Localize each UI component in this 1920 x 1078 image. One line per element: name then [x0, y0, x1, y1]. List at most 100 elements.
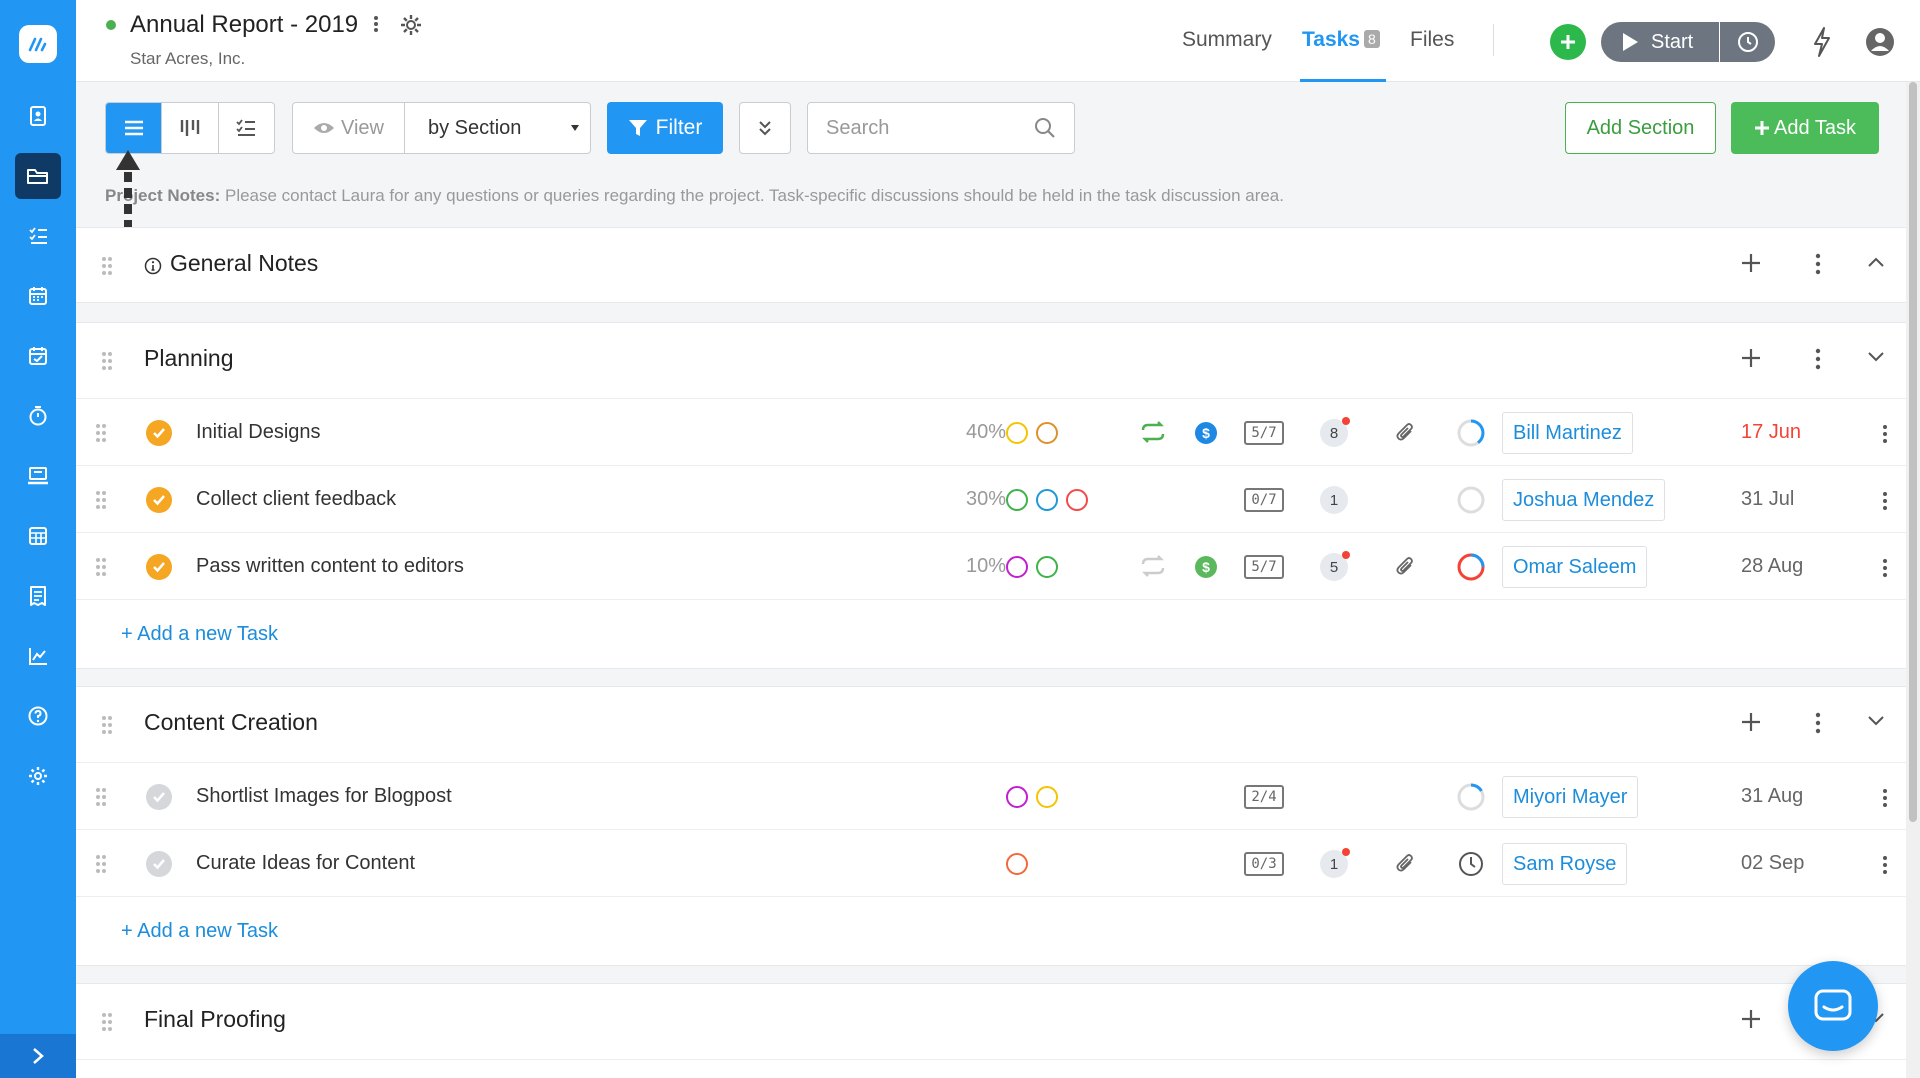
view-button[interactable]: View	[293, 103, 405, 153]
comments-count[interactable]: 1	[1320, 486, 1348, 514]
task-name[interactable]: Curate Ideas for Content	[196, 852, 415, 875]
assignee-tag[interactable]: Bill Martinez	[1502, 412, 1633, 454]
filter-button[interactable]: Filter	[607, 102, 723, 154]
recurring-icon[interactable]	[1139, 421, 1167, 443]
task-menu-icon[interactable]	[1881, 423, 1889, 445]
drag-handle-icon[interactable]	[95, 557, 107, 577]
user-avatar-icon[interactable]	[1864, 26, 1896, 63]
task-row[interactable]: Collect client feedback 30% 0/7 1 Joshua…	[76, 465, 1906, 532]
billable-dollar-icon[interactable]: $	[1194, 555, 1218, 579]
schedule-icon[interactable]	[15, 333, 61, 379]
expand-chevron-icon[interactable]	[1867, 351, 1885, 363]
app-logo[interactable]	[19, 25, 57, 63]
add-new-task-link[interactable]: + Add a new Task	[121, 623, 278, 646]
task-complete-checkbox[interactable]	[146, 420, 172, 446]
drag-handle-icon[interactable]	[95, 423, 107, 443]
task-complete-checkbox[interactable]	[146, 851, 172, 877]
assignee-tag[interactable]: Omar Saleem	[1502, 546, 1648, 588]
spreadsheet-icon[interactable]	[15, 513, 61, 559]
task-tags[interactable]	[1006, 489, 1088, 511]
task-name[interactable]: Collect client feedback	[196, 488, 396, 511]
settings-icon[interactable]	[15, 753, 61, 799]
help-icon[interactable]	[15, 693, 61, 739]
subtask-count[interactable]: 5/7	[1244, 421, 1284, 445]
project-settings-icon[interactable]	[398, 12, 424, 43]
assignee-tag[interactable]: Joshua Mendez	[1502, 479, 1666, 521]
workload-icon[interactable]	[15, 453, 61, 499]
calendar-icon[interactable]	[15, 273, 61, 319]
drag-handle-icon[interactable]	[95, 490, 107, 510]
task-complete-checkbox[interactable]	[146, 554, 172, 580]
task-name[interactable]: Shortlist Images for Blogpost	[196, 785, 452, 808]
attachment-icon[interactable]	[1394, 555, 1418, 579]
add-task-to-section-icon[interactable]	[1740, 1008, 1762, 1030]
task-tags[interactable]	[1006, 853, 1028, 875]
task-menu-icon[interactable]	[1881, 854, 1889, 876]
add-task-to-section-icon[interactable]	[1740, 347, 1762, 369]
subtask-count[interactable]: 5/7	[1244, 555, 1284, 579]
comments-count[interactable]: 5	[1320, 551, 1350, 581]
expand-all-button[interactable]	[739, 102, 791, 154]
drag-handle-icon[interactable]	[101, 715, 113, 735]
reports-icon[interactable]	[15, 633, 61, 679]
drag-handle-icon[interactable]	[95, 787, 107, 807]
assignee-tag[interactable]: Sam Royse	[1502, 843, 1628, 885]
tab-tasks[interactable]: Tasks 8	[1302, 28, 1380, 52]
due-date[interactable]: 28 Aug	[1741, 555, 1803, 578]
due-date[interactable]: 31 Aug	[1741, 785, 1803, 808]
task-complete-checkbox[interactable]	[146, 784, 172, 810]
tab-files[interactable]: Files	[1410, 28, 1454, 52]
due-date[interactable]: 02 Sep	[1741, 852, 1804, 875]
task-name[interactable]: Pass written content to editors	[196, 555, 464, 578]
expand-chevron-icon[interactable]	[1867, 715, 1885, 727]
task-tags[interactable]	[1006, 786, 1058, 808]
start-timer-button[interactable]: Start	[1601, 22, 1719, 62]
chat-support-button[interactable]	[1788, 961, 1878, 1051]
task-menu-icon[interactable]	[1881, 490, 1889, 512]
dashboard-icon[interactable]	[15, 93, 61, 139]
timer-icon[interactable]	[15, 393, 61, 439]
add-task-to-section-icon[interactable]	[1740, 252, 1762, 274]
add-task-to-section-icon[interactable]	[1740, 711, 1762, 733]
checklist-view-button[interactable]	[219, 103, 274, 153]
due-date[interactable]: 17 Jun	[1741, 421, 1801, 444]
list-view-button[interactable]	[106, 103, 163, 153]
attachment-icon[interactable]	[1394, 852, 1418, 876]
task-row[interactable]: Curate Ideas for Content 0/3 1 Sam Royse…	[76, 829, 1906, 896]
search-icon[interactable]	[1034, 117, 1056, 139]
subtask-count[interactable]: 0/3	[1244, 852, 1284, 876]
subtask-count[interactable]: 2/4	[1244, 785, 1284, 809]
tab-summary[interactable]: Summary	[1182, 28, 1272, 52]
task-row[interactable]: Initial Designs 40% $ 5/7 8 Bill Martine…	[76, 398, 1906, 465]
task-menu-icon[interactable]	[1881, 557, 1889, 579]
automation-bolt-icon[interactable]	[1811, 26, 1833, 63]
task-tags[interactable]	[1006, 556, 1058, 578]
group-by-select[interactable]: by Section	[405, 103, 590, 153]
search-input[interactable]	[826, 116, 1034, 140]
drag-handle-icon[interactable]	[101, 256, 113, 276]
task-row[interactable]: Pass written content to editors 10% $ 5/…	[76, 532, 1906, 599]
task-complete-checkbox[interactable]	[146, 487, 172, 513]
comments-count[interactable]: 1	[1320, 848, 1350, 878]
scrollbar-thumb[interactable]	[1909, 82, 1917, 822]
invoice-icon[interactable]	[15, 573, 61, 619]
quick-add-button[interactable]	[1550, 24, 1586, 60]
drag-handle-icon[interactable]	[101, 1012, 113, 1032]
drag-handle-icon[interactable]	[101, 351, 113, 371]
section-menu-icon[interactable]	[1814, 347, 1822, 371]
section-menu-icon[interactable]	[1814, 252, 1822, 276]
add-task-button[interactable]: Add Task	[1731, 102, 1879, 154]
tasks-icon[interactable]	[15, 213, 61, 259]
timesheet-button[interactable]	[1720, 22, 1775, 62]
task-row[interactable]: Shortlist Images for Blogpost 2/4 Miyori…	[76, 762, 1906, 829]
expand-sidebar-icon[interactable]	[0, 1034, 76, 1078]
due-date[interactable]: 31 Jul	[1741, 488, 1794, 511]
clock-icon[interactable]	[1457, 850, 1485, 878]
board-view-button[interactable]	[162, 103, 219, 153]
comments-count[interactable]: 8	[1320, 417, 1350, 447]
recurring-icon[interactable]	[1139, 555, 1167, 577]
billable-dollar-icon[interactable]: $	[1194, 421, 1218, 445]
assignee-tag[interactable]: Miyori Mayer	[1502, 776, 1639, 818]
project-menu-icon[interactable]	[372, 12, 380, 41]
add-section-button[interactable]: Add Section	[1565, 102, 1716, 154]
